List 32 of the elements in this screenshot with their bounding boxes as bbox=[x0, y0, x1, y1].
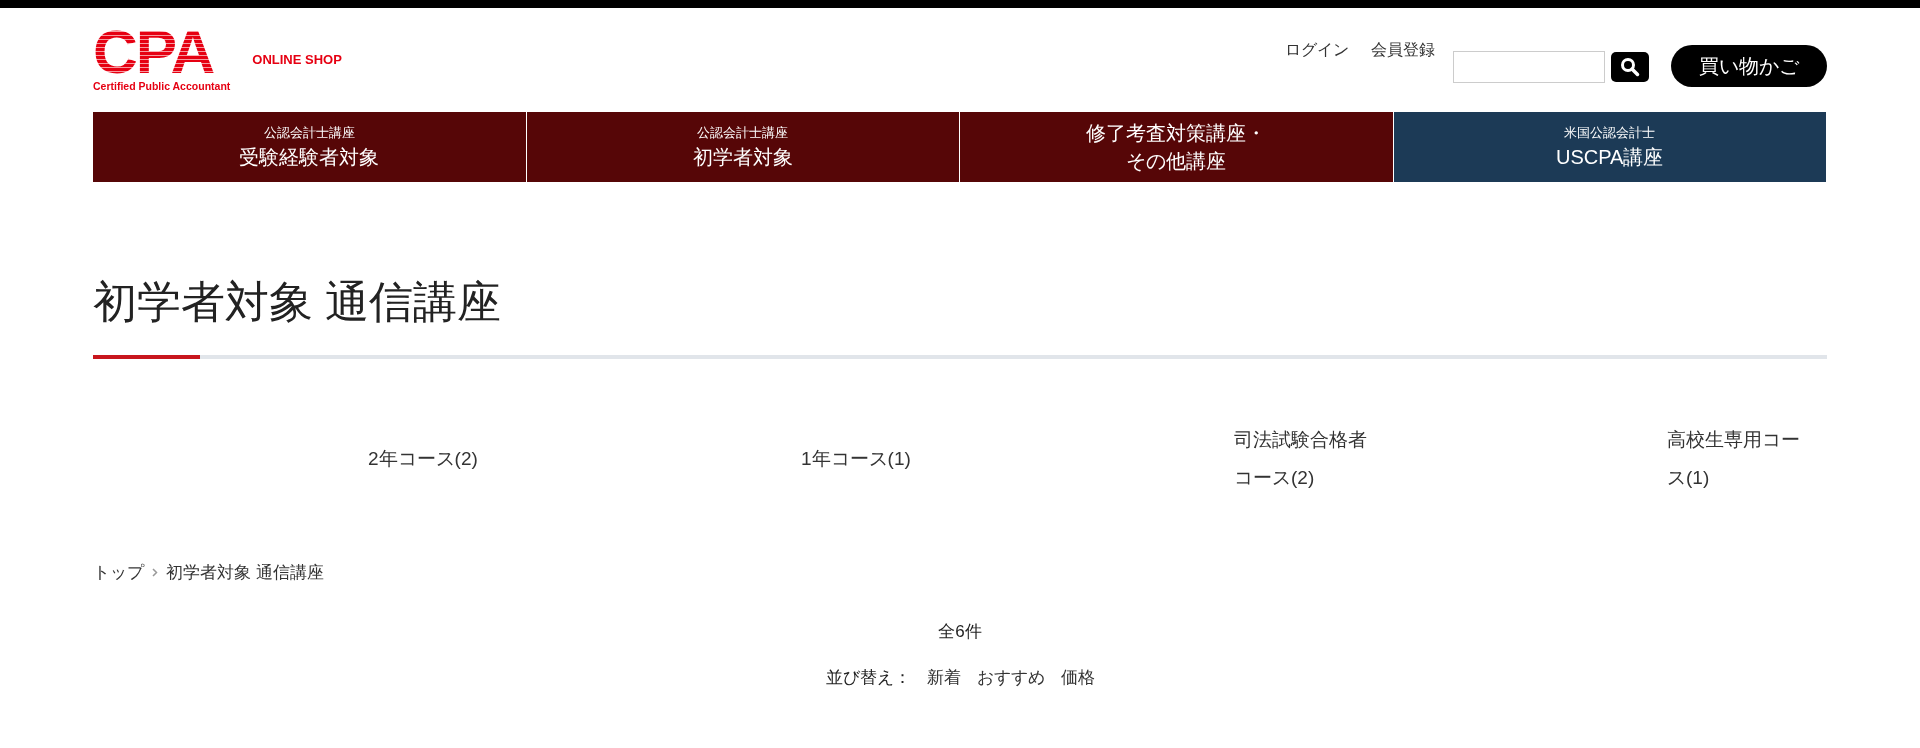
header-link[interactable]: 会員登録 bbox=[1371, 38, 1435, 62]
category-link[interactable]: 1年コース(1) bbox=[801, 439, 947, 478]
search-icon bbox=[1620, 57, 1640, 77]
breadcrumb-current: 初学者対象 通信講座 bbox=[166, 561, 324, 584]
page-title: 初学者対象 通信講座 bbox=[93, 276, 503, 328]
sort-option[interactable]: 新着 bbox=[926, 664, 961, 691]
nav-tab[interactable]: 修了考査対策講座・その他講座 bbox=[960, 112, 1394, 182]
nav-title: 修了考査対策講座・その他講座 bbox=[1085, 121, 1268, 174]
nav-tab[interactable]: 公認会計士講座 受験経験者対象 bbox=[93, 112, 527, 182]
nav-title: USCPA講座 bbox=[1556, 145, 1664, 170]
nav-subtitle: 公認会計士講座 bbox=[263, 124, 355, 142]
breadcrumb-link[interactable]: トップ bbox=[93, 559, 144, 586]
nav-subtitle: 米国公認会計士 bbox=[1564, 124, 1656, 142]
category-link[interactable]: 2年コース(2) bbox=[368, 439, 514, 478]
sort-option[interactable]: おすすめ bbox=[976, 664, 1045, 691]
category-link[interactable]: 司法試験合格者コース(2) bbox=[1234, 420, 1380, 497]
search-field[interactable] bbox=[1453, 51, 1605, 83]
shop-label: ONLINE SHOP bbox=[252, 51, 342, 69]
category-link[interactable]: 高校生専用コース(1) bbox=[1667, 420, 1813, 497]
result-count: 全6件 bbox=[937, 621, 983, 644]
logo-tagline: Certified Public Accountant bbox=[93, 80, 231, 92]
sort-label: 並び替え： bbox=[825, 666, 911, 689]
header-link[interactable]: ログイン bbox=[1285, 38, 1349, 62]
search-button[interactable] bbox=[1611, 52, 1649, 82]
nav-title: 受験経験者対象 bbox=[239, 145, 380, 170]
chevron-icon bbox=[152, 568, 158, 578]
nav-subtitle: 公認会計士講座 bbox=[697, 124, 789, 142]
nav-tab[interactable]: 公認会計士講座 初学者対象 bbox=[526, 112, 960, 182]
nav-tab[interactable]: 米国公認会計士 USCPA講座 bbox=[1393, 112, 1827, 182]
cart-button[interactable]: 買い物かご bbox=[1671, 45, 1827, 87]
nav-title: 初学者対象 bbox=[692, 145, 793, 170]
sort-option[interactable]: 価格 bbox=[1060, 664, 1095, 691]
